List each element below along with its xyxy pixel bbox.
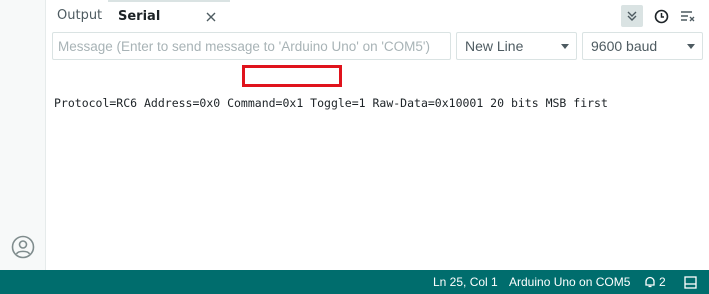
- baud-rate-value: 9600 baud: [591, 38, 658, 54]
- clear-output-button[interactable]: [676, 5, 698, 27]
- panel-tab-bar: Output Serial Monitor: [46, 0, 709, 53]
- clear-list-icon: [680, 11, 694, 22]
- serial-monitor-toolbar: New Line 9600 baud: [46, 31, 709, 61]
- chevron-down-icon: [687, 44, 695, 49]
- board-indicator[interactable]: Arduino Uno on COM5: [509, 270, 630, 294]
- toggle-panel-button[interactable]: [684, 270, 697, 294]
- double-chevron-down-icon: [627, 11, 637, 21]
- line-ending-value: New Line: [465, 38, 524, 54]
- account-icon[interactable]: [11, 235, 35, 259]
- chevron-down-icon: [561, 44, 569, 49]
- serial-output[interactable]: Protocol=RC6 Address=0x0 Command=0x1 Tog…: [46, 61, 709, 270]
- bell-icon: [645, 276, 655, 288]
- baud-rate-select[interactable]: 9600 baud: [582, 32, 703, 60]
- tab-output[interactable]: Output: [47, 0, 112, 31]
- notifications-count: 2: [659, 275, 666, 289]
- notifications-button[interactable]: 2: [644, 270, 666, 294]
- clock-icon: [654, 9, 668, 23]
- highlight-annotation: [242, 65, 342, 87]
- output-line: Protocol=RC6 Address=0x0 Command=0x1 Tog…: [54, 96, 608, 110]
- line-ending-select[interactable]: New Line: [456, 32, 577, 60]
- cursor-position[interactable]: Ln 25, Col 1: [433, 270, 498, 294]
- message-input[interactable]: [52, 32, 451, 60]
- autoscroll-button[interactable]: [621, 5, 643, 27]
- left-sidebar: [0, 0, 46, 270]
- panel-icon: [684, 275, 697, 289]
- timestamp-button[interactable]: [650, 5, 672, 27]
- status-bar: Ln 25, Col 1 Arduino Uno on COM5 2: [0, 270, 709, 294]
- close-icon[interactable]: [204, 9, 218, 23]
